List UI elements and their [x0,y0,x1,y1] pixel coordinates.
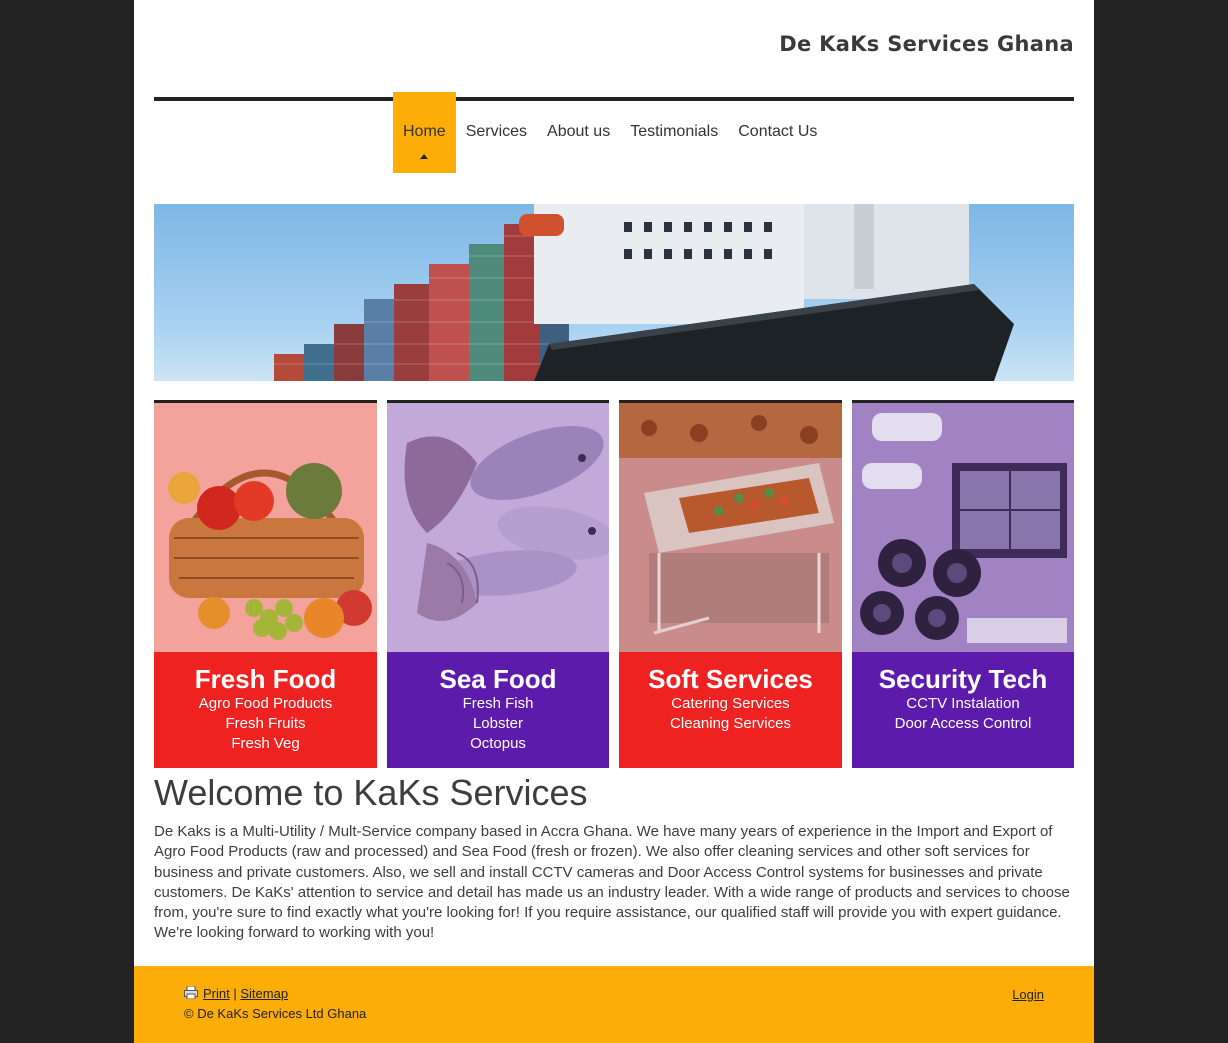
tile-line: Catering Services [671,695,790,712]
tile-line: Fresh Veg [231,735,300,752]
tile-line: Fresh Fruits [225,715,306,732]
login-link[interactable]: Login [1012,987,1044,1002]
footer-links: Print | Sitemap [184,986,288,1001]
nav-item-about-us[interactable]: About us [537,92,620,173]
nav-item-label: Contact Us [738,123,818,140]
tile-sea-food[interactable]: Sea Food Fresh Fish Lobster Octopus [387,400,609,768]
tile-line: Cleaning Services [670,715,791,732]
tile-line: CCTV Instalation [906,695,1020,712]
welcome-heading: Welcome to KaKs Services [154,772,588,813]
tile-title: Fresh Food [194,664,337,694]
tile-caption: Soft Services Catering Services Cleaning… [619,652,842,768]
welcome-section: Welcome to KaKs Services De Kaks is a Mu… [154,770,1074,944]
tile-caption: Fresh Food Agro Food Products Fresh Frui… [154,652,377,768]
site-title: De KaKs Services Ghana [779,32,1074,56]
tile-caption: Sea Food Fresh Fish Lobster Octopus [387,652,609,768]
page: De KaKs Services Ghana Home Services Abo… [134,0,1094,1043]
cctv-cameras-monitor-image [852,403,1074,652]
main-nav: Home Services About us Testimonials Cont… [393,92,827,173]
service-tiles: Fresh Food Agro Food Products Fresh Frui… [154,400,1074,768]
nav-item-label: Home [403,123,446,140]
footer-separator: | [233,986,237,1001]
tile-caption: Security Tech CCTV Instalation Door Acce… [852,652,1074,768]
nav-item-contact-us[interactable]: Contact Us [728,92,827,173]
tile-line: Octopus [470,735,526,752]
tile-title: Soft Services [648,664,813,694]
welcome-body: De Kaks is a Multi-Utility / Mult-Servic… [154,823,1070,942]
tile-line: Door Access Control [894,715,1032,732]
sitemap-link[interactable]: Sitemap [240,986,288,1001]
copyright-text: © De KaKs Services Ltd Ghana [184,1006,367,1021]
tile-title: Security Tech [878,664,1048,694]
nav-item-home[interactable]: Home [393,92,456,173]
tile-security-tech[interactable]: Security Tech CCTV Instalation Door Acce… [852,400,1074,768]
nav-item-label: Testimonials [630,123,719,140]
fruit-vegetable-basket-image [154,403,377,652]
tile-fresh-food[interactable]: Fresh Food Agro Food Products Fresh Frui… [154,400,377,768]
active-caret-icon [420,154,429,159]
tile-line: Lobster [472,715,524,732]
tile-soft-services[interactable]: Soft Services Catering Services Cleaning… [619,400,842,768]
tile-title: Sea Food [439,664,557,694]
print-icon [184,986,198,999]
nav-item-testimonials[interactable]: Testimonials [620,92,728,173]
hero-banner-cargo-ship [154,204,1074,381]
cargo-ship-image [274,204,1014,381]
footer: Print | Sitemap © De KaKs Services Ltd G… [134,966,1094,1043]
tile-line: Fresh Fish [462,695,534,712]
nav-item-label: About us [547,123,611,140]
print-link[interactable]: Print [184,986,230,1001]
nav-item-services[interactable]: Services [456,92,537,173]
seafood-fish-lobster-image [387,403,609,652]
nav-item-label: Services [465,123,528,140]
catering-chafing-dish-image [619,403,842,652]
tile-line: Agro Food Products [198,695,333,712]
print-label: Print [203,986,230,1001]
